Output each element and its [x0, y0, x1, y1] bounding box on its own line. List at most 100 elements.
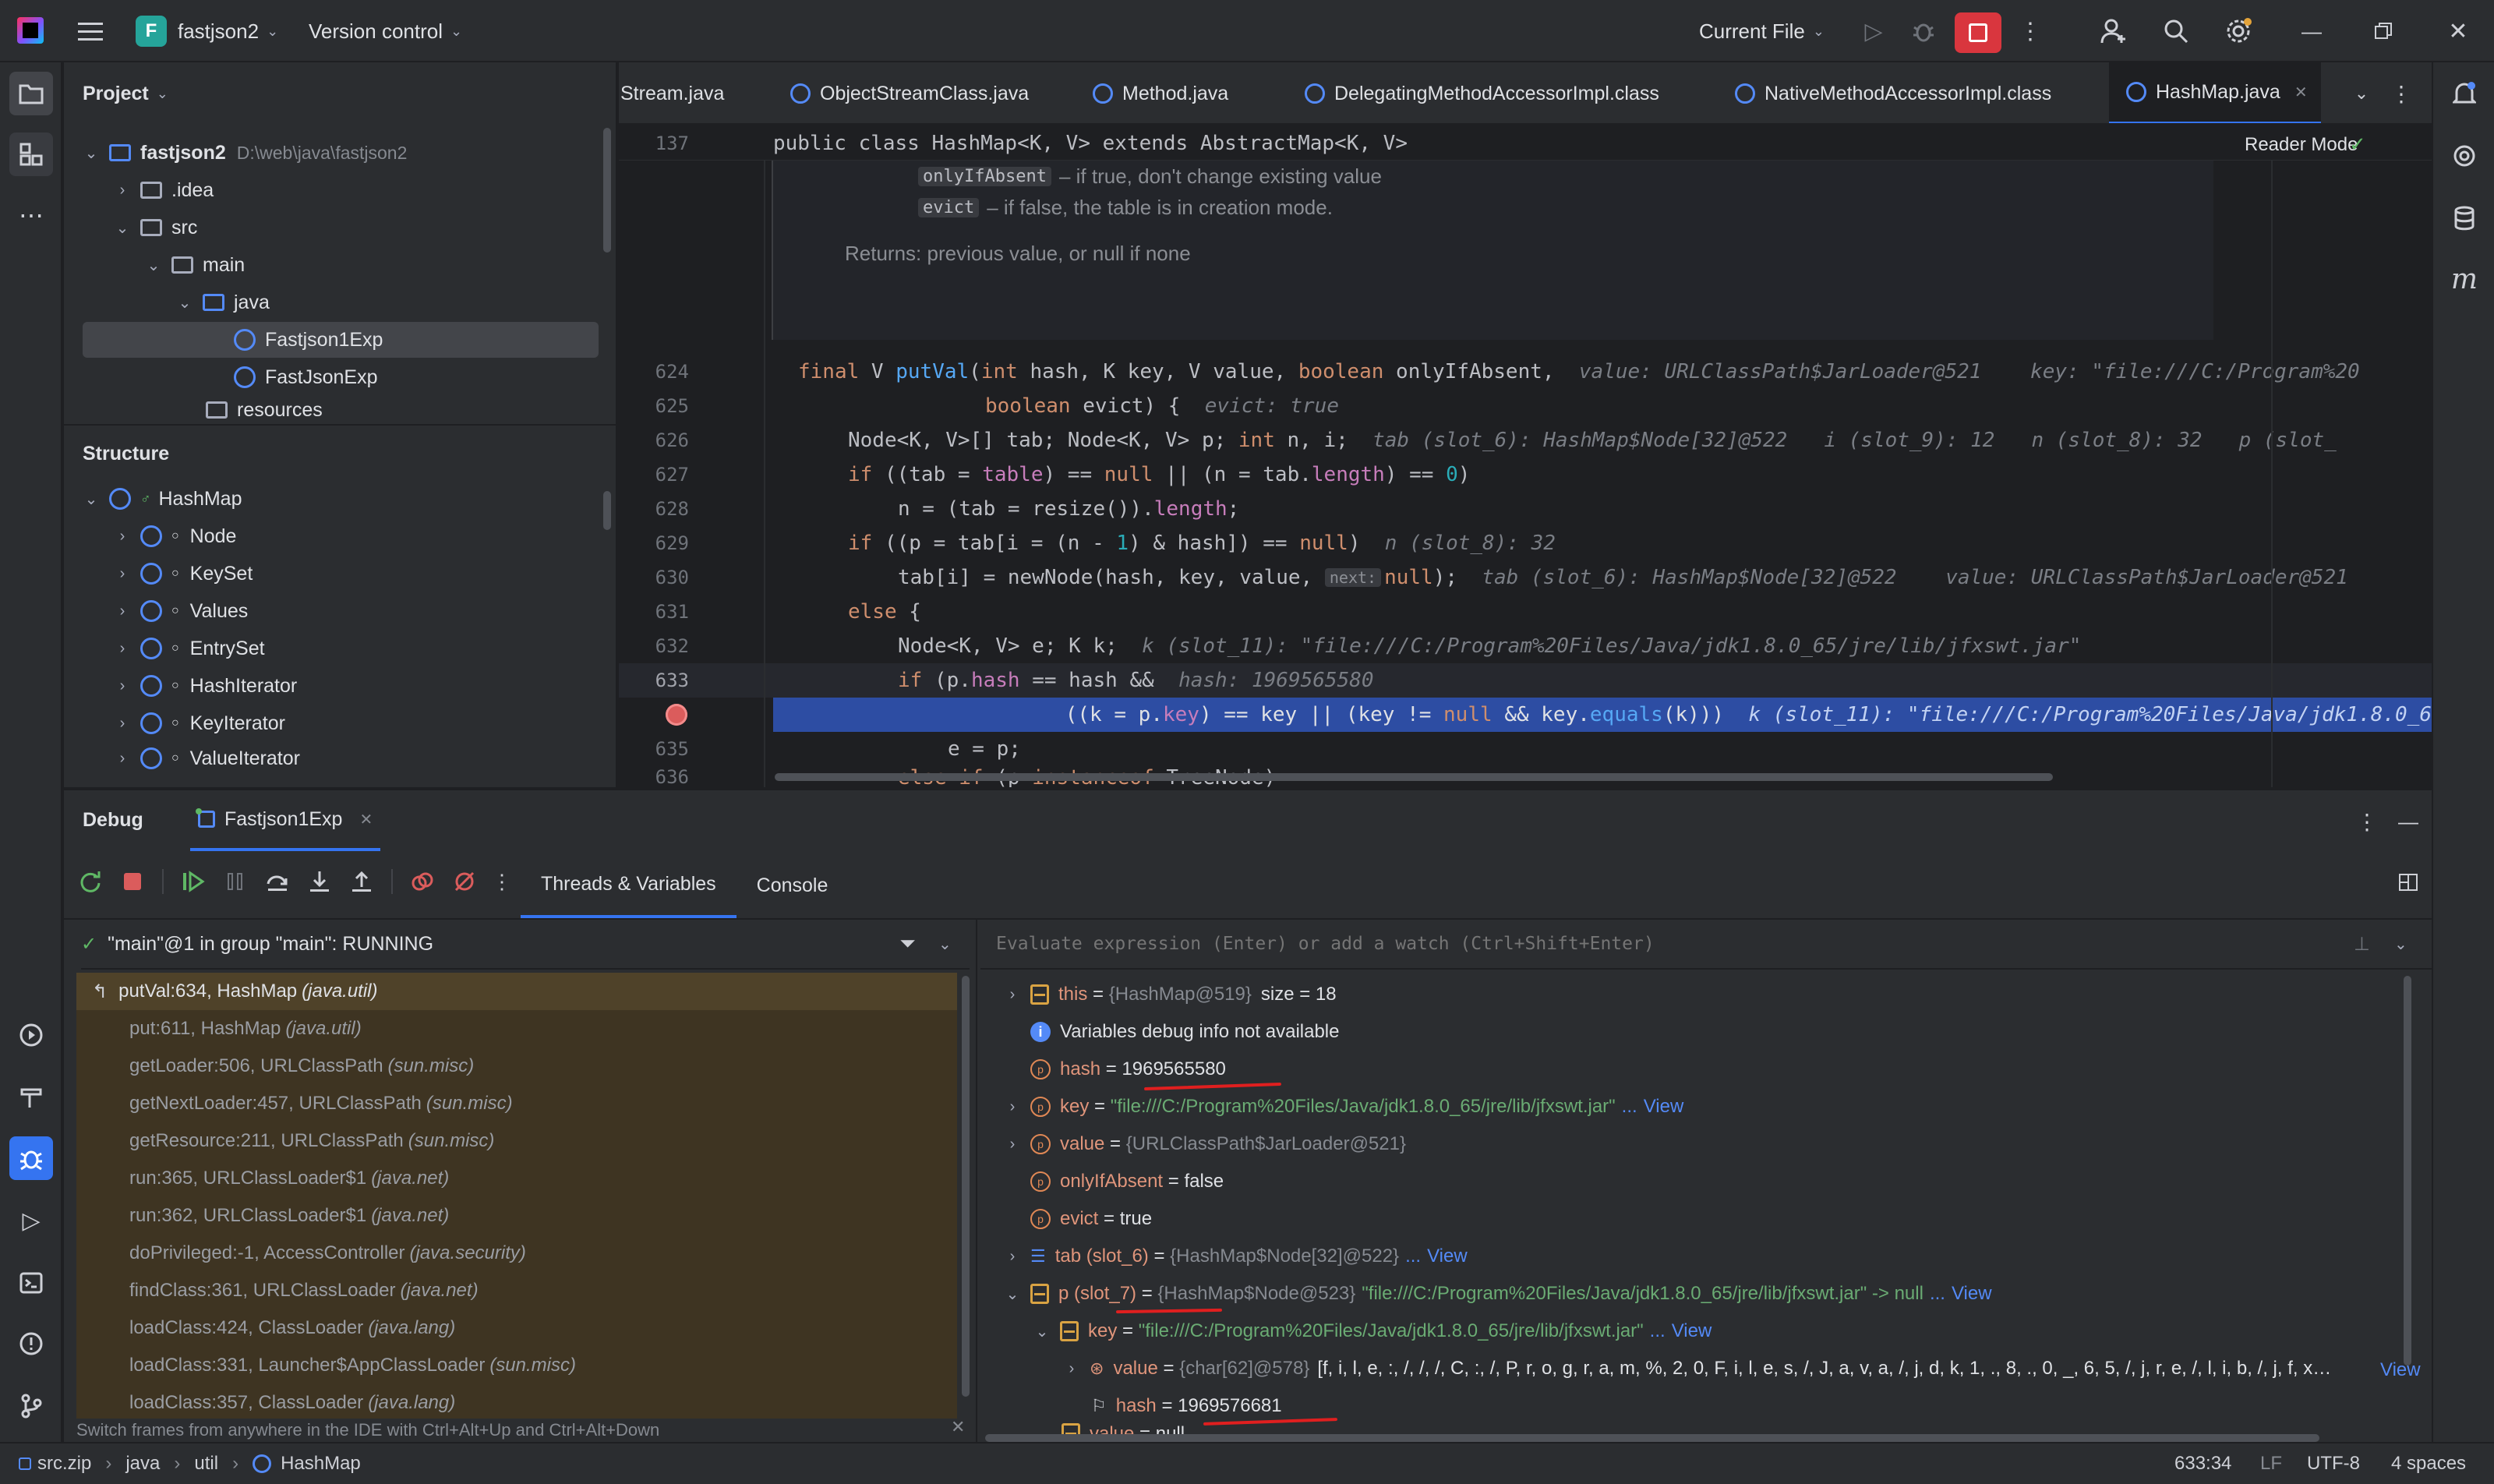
tab-close-icon[interactable]: ✕: [359, 810, 373, 829]
close-hint-icon[interactable]: ✕: [951, 1417, 965, 1437]
tree-item-idea[interactable]: › .idea: [114, 172, 214, 208]
tab-hashmap[interactable]: HashMap.java ✕: [2109, 62, 2321, 123]
ai-assistant-icon[interactable]: [2443, 134, 2486, 178]
frame-item[interactable]: loadClass:424, ClassLoader (java.lang): [76, 1309, 957, 1347]
chevron-down-icon[interactable]: ⌄: [2394, 935, 2407, 954]
frame-item[interactable]: put:611, HashMap (java.util): [76, 1010, 957, 1048]
tab-stream[interactable]: Stream.java: [620, 62, 724, 123]
frame-item[interactable]: run:365, URLClassLoader$1 (java.net): [76, 1160, 957, 1197]
search-icon[interactable]: [2160, 16, 2192, 47]
evaluate-expression-bar[interactable]: ⊥ ⌄: [980, 920, 2432, 970]
frame-item[interactable]: findClass:361, URLClassLoader (java.net): [76, 1272, 957, 1309]
maven-icon[interactable]: m: [2443, 257, 2486, 301]
run-config-selector[interactable]: Current File ⌄: [1699, 14, 1825, 48]
restore-icon[interactable]: [2368, 16, 2399, 47]
frame-item[interactable]: getNextLoader:457, URLClassPath (sun.misc…: [76, 1085, 957, 1122]
breadcrumb-item[interactable]: util: [194, 1453, 218, 1475]
tab-method[interactable]: Method.java: [1093, 62, 1228, 123]
vcs-menu[interactable]: Version control ⌄: [309, 14, 462, 48]
mute-breakpoints-icon[interactable]: [452, 869, 477, 894]
structure-scrollbar[interactable]: [603, 491, 611, 530]
variables-vscrollbar[interactable]: [2404, 976, 2411, 1366]
hide-panel-icon[interactable]: —: [2393, 806, 2424, 837]
thread-selector[interactable]: ✓ "main"@1 in group "main": RUNNING ⏷ ⌄: [81, 920, 970, 970]
tab-objectstreamclass[interactable]: ObjectStreamClass.java: [790, 62, 1029, 123]
tab-delegating[interactable]: DelegatingMethodAccessorImpl.class: [1305, 62, 1659, 123]
tree-item-main[interactable]: ⌄ main: [145, 247, 246, 283]
breadcrumb-item[interactable]: java: [125, 1453, 160, 1475]
view-link[interactable]: View: [2374, 1359, 2421, 1381]
structure-item-values[interactable]: › ○ Values: [114, 593, 248, 629]
view-link[interactable]: View: [1427, 1246, 1468, 1267]
line-separator[interactable]: LF: [2260, 1453, 2282, 1475]
variables-hscrollbar[interactable]: [985, 1434, 2319, 1442]
build-hammer-icon[interactable]: [9, 1076, 53, 1119]
structure-item-keyiterator[interactable]: › ○ KeyIterator: [114, 705, 285, 741]
breadcrumb-item[interactable]: HashMap: [281, 1453, 361, 1475]
var-p-key[interactable]: ⌄ key = "file:///C:/Program%20Files/Java…: [1033, 1313, 1712, 1350]
chevron-down-icon[interactable]: ⌄: [938, 935, 952, 954]
problems-icon[interactable]: [9, 1322, 53, 1366]
tree-item-fastjsonexp[interactable]: FastJsonExp: [234, 359, 378, 395]
notifications-icon[interactable]: [2443, 72, 2486, 115]
stop-button[interactable]: [1955, 12, 2001, 53]
more-vertical-icon[interactable]: ⋮: [2019, 16, 2042, 47]
git-icon[interactable]: [9, 1384, 53, 1428]
step-into-icon[interactable]: [307, 869, 332, 894]
tab-close-icon[interactable]: ✕: [2294, 83, 2308, 102]
breadcrumb-item[interactable]: src.zip: [37, 1453, 91, 1475]
frame-item-selected[interactable]: ↰ putVal:634, HashMap (java.util): [76, 973, 957, 1010]
project-header[interactable]: Project ⌄: [83, 78, 168, 109]
structure-item-hashiterator[interactable]: › ○ HashIterator: [114, 668, 297, 704]
view-link[interactable]: View: [1644, 1096, 1684, 1118]
tree-item-resources[interactable]: resources: [206, 397, 323, 423]
tree-item-java[interactable]: ⌄ java: [176, 284, 270, 320]
view-link[interactable]: View: [1952, 1283, 1992, 1305]
close-icon[interactable]: ✕: [2443, 16, 2474, 47]
var-p-hash[interactable]: ⚐ hash = 1969576681: [1091, 1387, 1282, 1425]
app-logo-icon[interactable]: [17, 17, 44, 44]
more-horizontal-icon[interactable]: ⋯: [9, 193, 53, 237]
frame-item[interactable]: doPrivileged:-1, AccessController (java.s…: [76, 1235, 957, 1272]
step-out-icon[interactable]: [349, 869, 374, 894]
reader-mode-toggle[interactable]: Reader Mode: [2245, 134, 2358, 156]
view-breakpoints-icon[interactable]: [410, 869, 435, 894]
tab-console[interactable]: Console: [737, 853, 849, 918]
structure-item-hashmap[interactable]: ⌄ ♂ HashMap: [83, 481, 242, 517]
stop-icon[interactable]: [120, 869, 145, 894]
debug-tool-icon[interactable]: [9, 1136, 53, 1180]
structure-item-entryset[interactable]: › ○ EntrySet: [114, 631, 265, 666]
rerun-icon[interactable]: [78, 869, 103, 894]
var-evict[interactable]: p evict = true: [1030, 1200, 1152, 1238]
var-hash[interactable]: p hash = 1969565580: [1030, 1051, 1226, 1088]
settings-gear-icon[interactable]: [2223, 16, 2254, 47]
minimize-icon[interactable]: —: [2296, 16, 2327, 47]
layout-settings-icon[interactable]: [2394, 868, 2422, 896]
step-over-icon[interactable]: [265, 869, 290, 894]
frame-item[interactable]: getLoader:506, URLClassPath (sun.misc): [76, 1048, 957, 1085]
tab-native[interactable]: NativeMethodAccessorImpl.class: [1735, 62, 2051, 123]
tree-item-fastjson1exp[interactable]: Fastjson1Exp: [234, 322, 383, 358]
frame-item[interactable]: run:362, URLClassLoader$1 (java.net): [76, 1197, 957, 1235]
tab-threads-variables[interactable]: Threads & Variables: [521, 853, 737, 918]
frame-item[interactable]: loadClass:331, Launcher$AppClassLoader (s…: [76, 1347, 957, 1384]
file-encoding[interactable]: UTF-8: [2307, 1453, 2360, 1475]
debug-session-tab[interactable]: Fastjson1Exp ✕: [190, 790, 381, 851]
structure-icon[interactable]: [9, 132, 53, 176]
main-menu-icon[interactable]: [75, 16, 106, 47]
editor-hscrollbar[interactable]: [775, 773, 2053, 781]
evaluate-expression-input[interactable]: [996, 934, 2321, 954]
run-icon[interactable]: ▷: [1858, 16, 1889, 47]
var-p[interactable]: ⌄ p (slot_7) = {HashMap$Node@523} "file:…: [1004, 1275, 1992, 1313]
services-icon[interactable]: [9, 1013, 53, 1057]
project-switcher[interactable]: F fastjson2 ⌄: [136, 14, 278, 48]
frame-item[interactable]: getResource:211, URLClassPath (sun.misc): [76, 1122, 957, 1160]
var-tab[interactable]: › ☰ tab (slot_6) = {HashMap$Node[32]@522…: [1004, 1238, 1468, 1275]
terminal-icon[interactable]: [9, 1261, 53, 1305]
var-p-key-value[interactable]: › ⊛ value = {char[62]@578} [f, i, l, e, …: [1063, 1350, 2419, 1387]
tree-item-src[interactable]: ⌄ src: [114, 210, 198, 246]
var-onlyifabsent[interactable]: p onlyIfAbsent = false: [1030, 1163, 1224, 1200]
debug-bug-icon[interactable]: [1908, 16, 1939, 47]
more-vertical-icon[interactable]: ⋮: [492, 869, 512, 894]
indent-setting[interactable]: 4 spaces: [2391, 1453, 2466, 1475]
